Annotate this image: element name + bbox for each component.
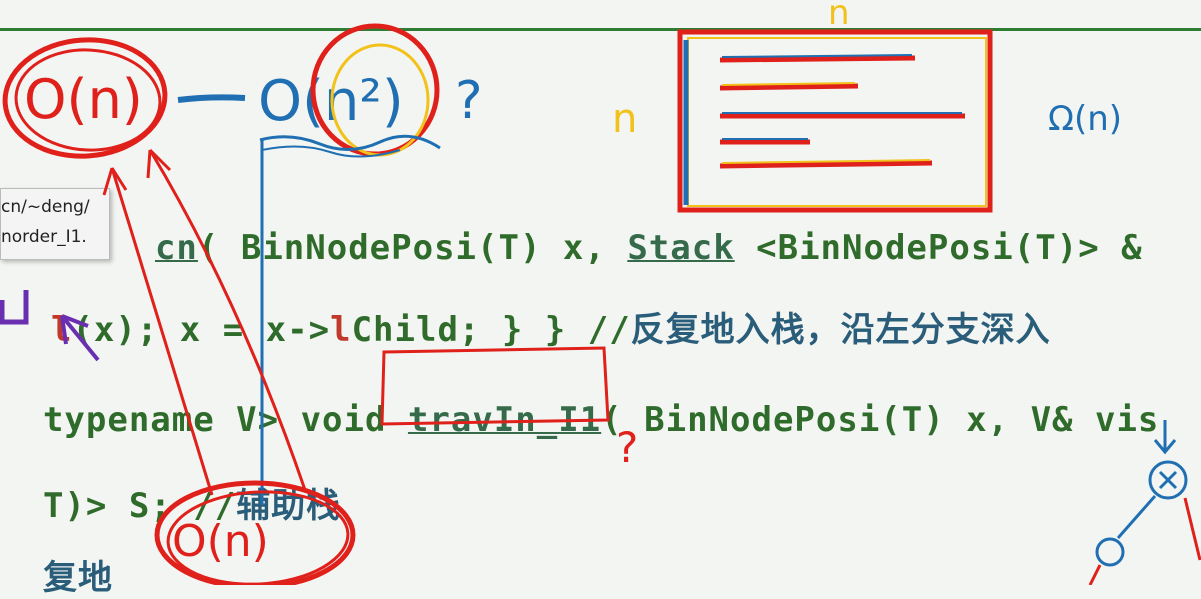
annotation-big-o-n-bottom: O(n) [154,480,356,585]
question-mark-2: ? [616,423,638,472]
arrow-bottom-to-top-1 [110,167,214,496]
big-o-n-bottom-text: O(n) [172,516,269,567]
annotation-stack-box: n n [612,0,993,213]
purple-arrow [60,314,100,362]
n-top-label: n [828,0,850,33]
arrow-bottom-to-top-2 [148,149,307,491]
n-left-label: n [612,96,637,142]
travin-highlight-box [380,346,610,426]
annotation-big-o-n2: O(n²) [258,23,441,158]
tree-sketch [1088,420,1201,585]
omega-n-label: Ω(n) [1048,99,1122,139]
connector-dash [177,94,246,103]
purple-bracket [0,290,29,325]
ink-overlay: O(n) O(n²) ? n n Ω(n) ? O(n) [0,0,1201,585]
annotation-big-o-n-left: O(n) [2,37,168,159]
question-mark-1: ? [455,71,483,131]
big-o-n-left-text: O(n) [24,68,143,131]
